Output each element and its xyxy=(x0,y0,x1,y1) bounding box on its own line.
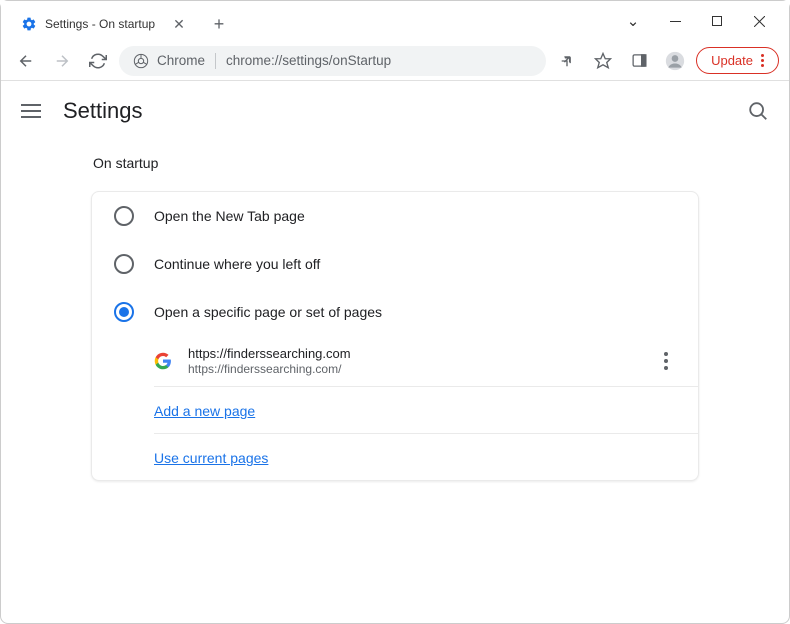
page-name: https://finderssearching.com xyxy=(188,346,640,361)
bookmark-icon[interactable] xyxy=(588,46,618,76)
settings-content: On startup Open the New Tab page Continu… xyxy=(1,155,789,511)
reload-button[interactable] xyxy=(83,46,113,76)
window-controls: ⌄ xyxy=(603,1,789,41)
address-prefix-label: Chrome xyxy=(157,53,205,68)
section-label: On startup xyxy=(93,155,699,171)
startup-card: Open the New Tab page Continue where you… xyxy=(91,191,699,481)
settings-header: Settings xyxy=(1,81,789,141)
titlebar: Settings - On startup ✕ + ⌄ xyxy=(1,1,789,41)
settings-gear-icon xyxy=(21,16,37,32)
startup-pages-list: https://finderssearching.com https://fin… xyxy=(92,336,698,480)
share-icon[interactable] xyxy=(552,46,582,76)
startup-page-item: https://finderssearching.com https://fin… xyxy=(154,336,698,387)
use-current-row[interactable]: Use current pages xyxy=(154,434,698,480)
address-divider xyxy=(215,53,216,69)
address-prefix: Chrome xyxy=(133,53,205,69)
google-favicon-icon xyxy=(154,352,172,370)
radio-icon xyxy=(114,302,134,322)
add-page-link: Add a new page xyxy=(154,403,255,419)
radio-option-specific-page[interactable]: Open a specific page or set of pages xyxy=(92,288,698,336)
address-url: chrome://settings/onStartup xyxy=(226,53,391,68)
tab-settings[interactable]: Settings - On startup ✕ xyxy=(9,7,199,41)
minimize-button[interactable] xyxy=(657,6,693,36)
add-page-row[interactable]: Add a new page xyxy=(154,387,698,434)
tab-title: Settings - On startup xyxy=(45,17,155,31)
update-button[interactable]: Update xyxy=(696,47,779,74)
menu-dots-icon xyxy=(761,54,764,67)
new-tab-button[interactable]: + xyxy=(205,10,233,38)
menu-hamburger-icon[interactable] xyxy=(21,100,41,122)
close-tab-icon[interactable]: ✕ xyxy=(171,16,187,32)
radio-label: Open a specific page or set of pages xyxy=(154,304,382,320)
close-window-button[interactable] xyxy=(741,6,777,36)
forward-button[interactable] xyxy=(47,46,77,76)
profile-icon[interactable] xyxy=(660,46,690,76)
radio-option-continue[interactable]: Continue where you left off xyxy=(92,240,698,288)
radio-icon xyxy=(114,206,134,226)
use-current-link: Use current pages xyxy=(154,450,268,466)
radio-icon xyxy=(114,254,134,274)
update-label: Update xyxy=(711,53,753,68)
page-url: https://finderssearching.com/ xyxy=(188,362,640,376)
side-panel-icon[interactable] xyxy=(624,46,654,76)
radio-label: Open the New Tab page xyxy=(154,208,305,224)
radio-option-new-tab[interactable]: Open the New Tab page xyxy=(92,192,698,240)
back-button[interactable] xyxy=(11,46,41,76)
page-info: https://finderssearching.com https://fin… xyxy=(188,346,640,376)
address-bar[interactable]: Chrome chrome://settings/onStartup xyxy=(119,46,546,76)
chrome-logo-icon xyxy=(133,53,149,69)
tab-search-chevron-icon[interactable]: ⌄ xyxy=(615,6,651,36)
search-settings-icon[interactable] xyxy=(747,100,769,122)
page-item-menu-icon[interactable] xyxy=(656,352,676,370)
radio-label: Continue where you left off xyxy=(154,256,320,272)
maximize-button[interactable] xyxy=(699,6,735,36)
tabs-area: Settings - On startup ✕ + xyxy=(1,1,603,41)
page-title: Settings xyxy=(63,98,143,124)
browser-toolbar: Chrome chrome://settings/onStartup Updat… xyxy=(1,41,789,81)
